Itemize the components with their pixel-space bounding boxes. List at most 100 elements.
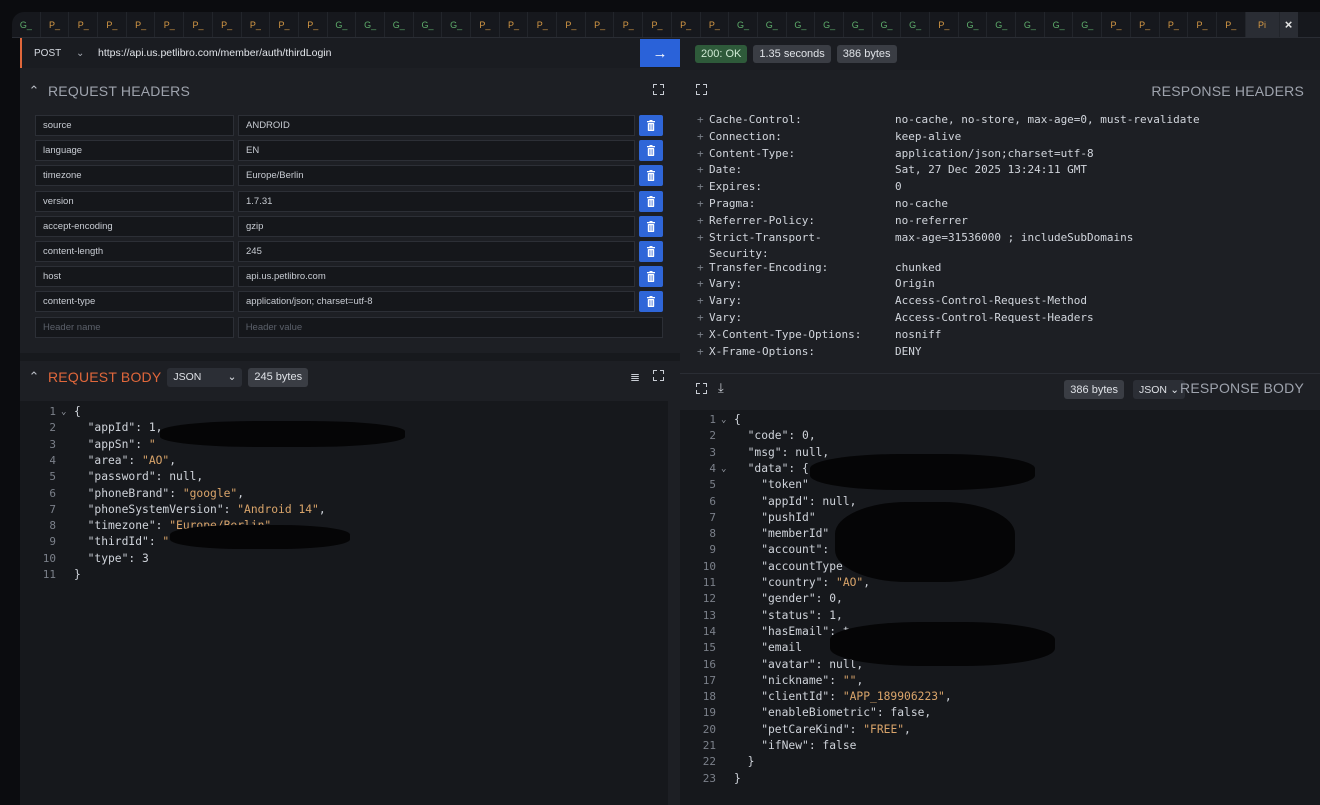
tab-21[interactable]: P_	[614, 12, 644, 37]
tab-23[interactable]: P_	[672, 12, 701, 37]
tab-0[interactable]: G_	[12, 12, 41, 37]
plus-icon[interactable]: +	[697, 276, 704, 293]
header-name-input[interactable]: content-length	[35, 240, 234, 262]
expand-icon[interactable]	[653, 84, 664, 95]
expand-icon[interactable]	[696, 383, 707, 394]
tab-38[interactable]: P_	[1102, 12, 1131, 37]
header-value-input[interactable]: Europe/Berlin	[238, 165, 635, 187]
header-value-input[interactable]: 1.7.31	[238, 190, 635, 212]
tab-37[interactable]: G_	[1073, 12, 1103, 37]
request-body-editor[interactable]: 1 ⌄ {2 "appId": 1, 3 "appSn": " 4 "area": "A…	[20, 401, 668, 805]
tab-4[interactable]: P_	[127, 12, 156, 37]
new-header-value-input[interactable]: Header value	[237, 316, 663, 338]
tab-27[interactable]: G_	[787, 12, 816, 37]
tab-12[interactable]: G_	[356, 12, 385, 37]
tab-10[interactable]: P_	[299, 12, 328, 37]
header-name-input[interactable]: host	[35, 266, 234, 288]
tab-7[interactable]: P_	[213, 12, 242, 37]
trash-icon[interactable]	[639, 215, 663, 237]
response-format-select[interactable]: JSON ⌄	[1133, 380, 1185, 399]
chevron-down-icon[interactable]: ⌄	[721, 461, 726, 477]
plus-icon[interactable]: +	[697, 112, 704, 129]
header-value-input[interactable]: 245	[238, 240, 635, 262]
header-value-input[interactable]: ANDROID	[238, 115, 635, 136]
close-tab-icon[interactable]: ×	[1279, 12, 1298, 37]
plus-icon[interactable]: +	[697, 293, 704, 310]
trash-icon[interactable]	[639, 190, 663, 212]
header-name-input[interactable]: source	[35, 115, 234, 136]
tab-31[interactable]: G_	[901, 12, 930, 37]
chevron-down-icon[interactable]: ⌄	[76, 48, 94, 59]
format-icon[interactable]: ≣	[630, 370, 640, 384]
tab-35[interactable]: G_	[1016, 12, 1045, 37]
header-name-input[interactable]: timezone	[35, 165, 234, 187]
tab-2[interactable]: P_	[69, 12, 99, 37]
plus-icon[interactable]: +	[697, 230, 704, 247]
tab-43[interactable]: Pi	[1245, 12, 1280, 37]
header-value-input[interactable]: api.us.petlibro.com	[238, 266, 635, 288]
tab-41[interactable]: P_	[1188, 12, 1217, 37]
tab-30[interactable]: G_	[873, 12, 902, 37]
tab-11[interactable]: G_	[328, 12, 357, 37]
tab-19[interactable]: P_	[557, 12, 586, 37]
tab-17[interactable]: P_	[500, 12, 529, 37]
tab-1[interactable]: P_	[41, 12, 70, 37]
expand-icon[interactable]	[653, 370, 664, 381]
url-input[interactable]: https://api.us.petlibro.com/member/auth/…	[94, 47, 640, 59]
trash-icon[interactable]	[639, 266, 663, 288]
tab-5[interactable]: P_	[155, 12, 185, 37]
tab-42[interactable]: P_	[1217, 12, 1246, 37]
header-value-input[interactable]: EN	[238, 140, 635, 162]
tab-32[interactable]: P_	[930, 12, 959, 37]
tab-18[interactable]: P_	[528, 12, 558, 37]
download-icon[interactable]: ⤓	[718, 380, 724, 396]
send-button[interactable]: →	[640, 39, 680, 67]
tab-33[interactable]: G_	[959, 12, 988, 37]
response-body-editor[interactable]: 1 ⌄{2 "code": 0, 3 "msg": null, 4 ⌄ "data": …	[680, 410, 1320, 805]
header-value-input[interactable]: gzip	[238, 215, 635, 237]
plus-icon[interactable]: +	[697, 344, 704, 361]
plus-icon[interactable]: +	[697, 179, 704, 196]
tab-29[interactable]: G_	[844, 12, 873, 37]
tab-13[interactable]: G_	[385, 12, 414, 37]
plus-icon[interactable]: +	[697, 310, 704, 327]
chevron-down-icon[interactable]: ⌄	[721, 412, 726, 428]
tab-25[interactable]: G_	[729, 12, 758, 37]
tab-24[interactable]: P_	[701, 12, 730, 37]
plus-icon[interactable]: +	[697, 213, 704, 230]
plus-icon[interactable]: +	[697, 162, 704, 179]
tab-9[interactable]: P_	[270, 12, 299, 37]
tab-16[interactable]: P_	[471, 12, 500, 37]
tab-36[interactable]: G_	[1045, 12, 1074, 37]
trash-icon[interactable]	[639, 291, 663, 313]
tab-3[interactable]: P_	[98, 12, 127, 37]
tab-39[interactable]: P_	[1131, 12, 1160, 37]
chevron-down-icon[interactable]: ⌄	[61, 404, 66, 420]
trash-icon[interactable]	[639, 165, 663, 187]
header-name-input[interactable]: accept-encoding	[35, 215, 234, 237]
chevron-up-icon[interactable]: ⌃	[20, 83, 48, 99]
plus-icon[interactable]: +	[697, 260, 704, 277]
trash-icon[interactable]	[639, 240, 663, 262]
trash-icon[interactable]	[639, 140, 663, 162]
chevron-up-icon[interactable]: ⌃	[20, 369, 48, 385]
tab-22[interactable]: P_	[643, 12, 672, 37]
header-value-input[interactable]: application/json; charset=utf-8	[238, 291, 635, 313]
tab-15[interactable]: G_	[442, 12, 471, 37]
plus-icon[interactable]: +	[697, 196, 704, 213]
tab-14[interactable]: G_	[414, 12, 443, 37]
tab-34[interactable]: G_	[987, 12, 1017, 37]
tab-40[interactable]: P_	[1160, 12, 1189, 37]
header-name-input[interactable]: language	[35, 140, 234, 162]
new-header-name-input[interactable]: Header name	[35, 316, 234, 338]
tab-6[interactable]: P_	[184, 12, 213, 37]
plus-icon[interactable]: +	[697, 146, 704, 163]
plus-icon[interactable]: +	[697, 327, 704, 344]
plus-icon[interactable]: +	[697, 129, 704, 146]
tab-20[interactable]: P_	[586, 12, 615, 37]
expand-icon[interactable]	[696, 84, 707, 95]
tab-26[interactable]: G_	[758, 12, 787, 37]
header-name-input[interactable]: version	[35, 190, 234, 212]
body-format-select[interactable]: JSON ⌄	[167, 367, 243, 387]
tab-8[interactable]: P_	[242, 12, 271, 37]
